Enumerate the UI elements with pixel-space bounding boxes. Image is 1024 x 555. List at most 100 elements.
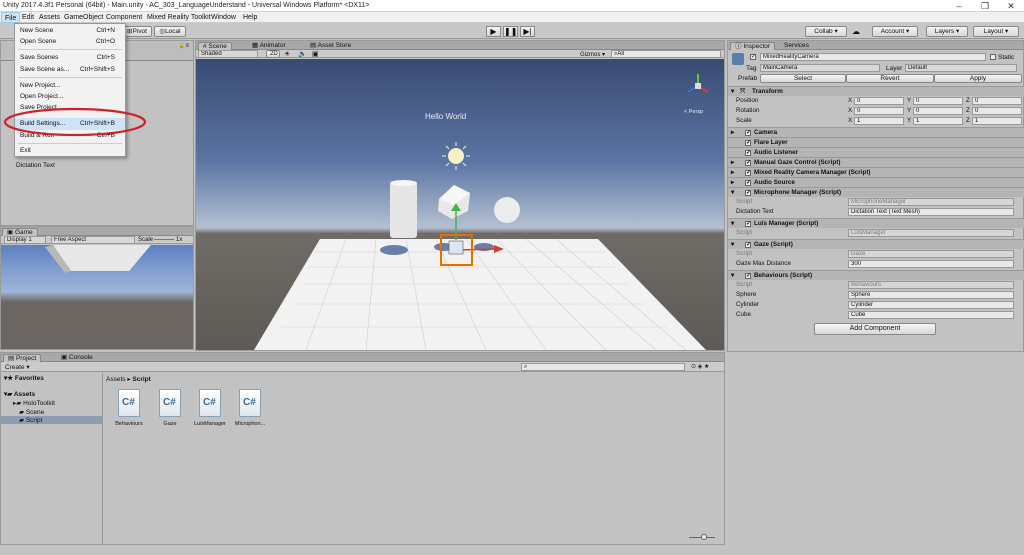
prefab-apply-button[interactable]: Apply — [934, 74, 1022, 83]
file-luismanager[interactable]: C# LuisManager — [194, 389, 226, 431]
component-flare-layer[interactable]: ✓ Flare Layer — [728, 137, 1024, 147]
add-component-button[interactable]: Add Component — [814, 323, 936, 335]
display-select[interactable]: Display 1 — [4, 236, 46, 244]
component-luis-manager[interactable]: ▾ ✓ Luis Manager (Script) — [728, 218, 1024, 228]
tab-scene[interactable]: # Scene — [198, 42, 232, 50]
transform-header[interactable]: ▾ ⤧ Transform — [728, 86, 1024, 96]
prefab-select-button[interactable]: Select — [760, 74, 846, 83]
collab-button[interactable]: Collab ▾ — [805, 26, 847, 37]
file-behaviours[interactable]: C# Behaviours — [114, 389, 144, 431]
play-button[interactable]: ▶ — [486, 26, 501, 37]
scene-search-input[interactable]: ⌕All — [611, 50, 721, 58]
tab-project[interactable]: ▤ Project — [3, 354, 42, 362]
menu-help[interactable]: Help — [240, 12, 260, 23]
maximize-icon[interactable]: ❐ — [972, 0, 998, 12]
position-x-field[interactable]: 0 — [854, 97, 904, 105]
tree-item-scene[interactable]: ▰ Scene — [19, 408, 44, 416]
menu-edit[interactable]: Edit — [19, 12, 37, 23]
persp-label[interactable]: < Persp — [684, 109, 703, 115]
position-z-field[interactable]: 0 — [972, 97, 1022, 105]
component-audio-listener[interactable]: ✓ Audio Listener — [728, 147, 1024, 157]
filter-icons[interactable]: ⊙ ◈ ★ — [691, 363, 709, 370]
menu-window[interactable]: Window — [208, 12, 239, 23]
file-menu-save-scenes[interactable]: Save Scenes Ctrl+S — [15, 52, 125, 64]
gizmos-menu[interactable]: Gizmos ▾ — [580, 51, 605, 58]
file-gaze[interactable]: C# Gaze — [155, 389, 185, 431]
static-checkbox[interactable] — [990, 54, 996, 60]
tab-game[interactable]: ▣ Game — [2, 228, 38, 236]
menu-gameobject[interactable]: GameObject — [61, 12, 106, 23]
cylinder-field[interactable]: Cylinder — [848, 301, 1014, 309]
dictation-text-field[interactable]: Dictation Text (Text Mesh) — [848, 208, 1014, 216]
step-button[interactable]: ▶| — [520, 26, 535, 37]
play-icon: ▶ — [490, 27, 497, 36]
file-menu-exit[interactable]: Exit — [15, 145, 125, 157]
menu-assets[interactable]: Assets — [36, 12, 63, 23]
active-checkbox[interactable]: ✓ — [750, 54, 756, 60]
assets-root-item[interactable]: ▾▰ Assets — [4, 390, 35, 398]
close-icon[interactable]: ✕ — [998, 0, 1024, 12]
object-name-field[interactable]: MixedRealityCamera — [760, 53, 986, 61]
cube-field[interactable]: Cube — [848, 311, 1014, 319]
scale-z-field[interactable]: 1 — [972, 117, 1022, 125]
component-audio-source[interactable]: ▸ ✓ Audio Source — [728, 177, 1024, 187]
rotation-y-field[interactable]: 0 — [913, 107, 963, 115]
tab-animator[interactable]: ▦ Animator — [248, 42, 290, 50]
aspect-select[interactable]: Free Aspect — [51, 236, 135, 244]
tag-select[interactable]: MainCamera — [760, 64, 880, 72]
breadcrumb-script[interactable]: Script — [132, 376, 150, 383]
file-menu-open-scene[interactable]: Open Scene Ctrl+O — [15, 36, 125, 48]
breadcrumb-assets[interactable]: Assets — [106, 376, 126, 383]
tab-inspector[interactable]: ⓘ Inspector — [730, 42, 776, 50]
component-microphone-manager[interactable]: ▾ ✓ Microphone Manager (Script) — [728, 187, 1024, 197]
scale-x-field[interactable]: 1 — [854, 117, 904, 125]
tab-asset-store[interactable]: ▤ Asset Store — [306, 42, 355, 50]
shading-select[interactable]: Shaded — [198, 50, 258, 58]
file-menu-save-scene-as[interactable]: Save Scene as... Ctrl+Shift+S — [15, 64, 125, 76]
gaze-max-distance-field[interactable]: 300 — [848, 260, 1014, 268]
rotation-z-field[interactable]: 0 — [972, 107, 1022, 115]
2d-toggle[interactable]: 2D — [266, 50, 280, 58]
file-microphonemanager[interactable]: C# Microphon... — [235, 389, 265, 431]
component-mixed-reality-camera-manager[interactable]: ▸ ✓ Mixed Reality Camera Manager (Script) — [728, 167, 1024, 177]
component-manual-gaze-control[interactable]: ▸ ✓ Manual Gaze Control (Script) — [728, 157, 1024, 167]
component-behaviours[interactable]: ▾ ✓ Behaviours (Script) — [728, 270, 1024, 280]
local-toggle[interactable]: ◎Local — [154, 26, 186, 37]
account-button[interactable]: Account ▾ — [872, 26, 918, 37]
cloud-icon[interactable]: ☁ — [852, 27, 862, 37]
tab-services[interactable]: Services — [780, 42, 813, 50]
audio-toggle-icon[interactable]: 🔈 — [298, 50, 307, 58]
position-y-field[interactable]: 0 — [913, 97, 963, 105]
hierarchy-item-dictation-text[interactable]: Dictation Text — [16, 162, 55, 169]
game-cube-shape — [45, 245, 151, 273]
layers-button[interactable]: Layers ▾ — [926, 26, 968, 37]
component-camera[interactable]: ▸ ✓ Camera — [728, 127, 1024, 137]
icon-size-slider-thumb[interactable] — [701, 534, 707, 540]
component-gaze[interactable]: ▾ ✓ Gaze (Script) — [728, 239, 1024, 249]
effects-toggle-icon[interactable]: ▣ — [312, 50, 319, 58]
scale-y-field[interactable]: 1 — [913, 117, 963, 125]
layout-button[interactable]: Layout ▾ — [973, 26, 1019, 37]
pivot-toggle[interactable]: ⊞Pivot — [122, 26, 152, 37]
favorites-item[interactable]: ▾★ Favorites — [4, 374, 44, 382]
pause-button[interactable]: ❚❚ — [503, 26, 518, 37]
rotation-x-field[interactable]: 0 — [854, 107, 904, 115]
tree-item-holotoolkit[interactable]: ▸▰ HoloToolkit — [13, 399, 55, 407]
light-toggle-icon[interactable]: ☀ — [284, 50, 290, 58]
game-viewport[interactable] — [1, 245, 193, 349]
folder-icon: ▰ — [19, 409, 26, 416]
tree-item-script[interactable]: ▰ Script — [1, 416, 102, 424]
sphere-field[interactable]: Sphere — [848, 291, 1014, 299]
layer-select[interactable]: Default — [905, 64, 1017, 72]
create-menu[interactable]: Create ▾ — [5, 363, 30, 371]
menu-file[interactable]: File — [1, 12, 21, 23]
prefab-revert-button[interactable]: Revert — [846, 74, 934, 83]
scale-slider[interactable] — [154, 239, 174, 240]
minimize-icon[interactable]: – — [946, 0, 972, 12]
project-search-input[interactable]: ⌕ — [521, 363, 685, 371]
scene-viewport[interactable]: Hello World < Persp — [196, 59, 724, 350]
tab-console[interactable]: ▣ Console — [57, 354, 97, 362]
lock-icon[interactable]: 🔒≡ — [178, 42, 192, 50]
menu-component[interactable]: Component — [103, 12, 145, 23]
menu-mixed-reality-toolkit[interactable]: Mixed Reality Toolkit — [144, 12, 214, 23]
